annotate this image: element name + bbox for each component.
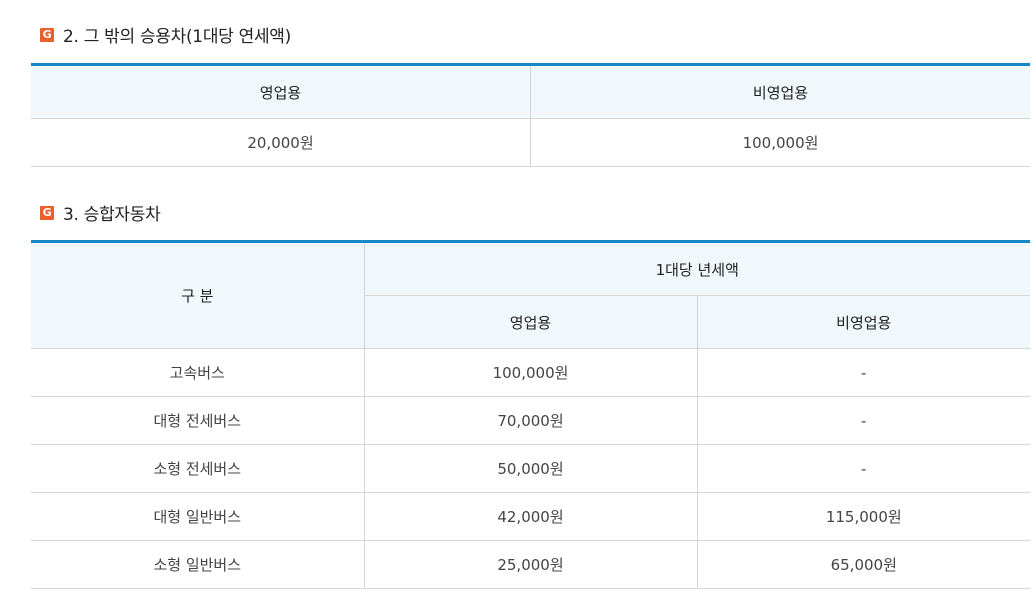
table-row: 대형 일반버스 42,000원 115,000원 bbox=[31, 492, 1030, 541]
cell-non-business-value: - bbox=[696, 396, 1030, 445]
table-header-row: 영업용 비영업용 bbox=[31, 64, 1030, 119]
table-header-row: 구 분 1대당 년세액 bbox=[31, 241, 1030, 349]
header-non-business-use: 비영업용 bbox=[696, 295, 1030, 349]
header-non-business-use: 비영업용 bbox=[530, 64, 1030, 119]
cell-business-value: 70,000원 bbox=[363, 396, 697, 445]
table-row: 20,000원 100,000원 bbox=[31, 118, 1030, 167]
cell-business-value: 50,000원 bbox=[363, 444, 697, 493]
cell-non-business-value: 100,000원 bbox=[530, 118, 1030, 167]
cell-business-value: 42,000원 bbox=[363, 492, 697, 541]
header-business-use: 영업용 bbox=[364, 295, 697, 349]
header-annual-tax-per-vehicle: 1대당 년세액 bbox=[363, 241, 1030, 296]
section-title-vans-buses: G 3. 승합자동차 bbox=[40, 200, 161, 225]
cell-category: 소형 전세버스 bbox=[31, 444, 365, 493]
cell-non-business-value: - bbox=[696, 348, 1030, 397]
bullet-g-icon: G bbox=[40, 27, 54, 42]
header-business-use: 영업용 bbox=[31, 64, 531, 119]
cell-category: 대형 일반버스 bbox=[31, 492, 365, 541]
cell-business-value: 100,000원 bbox=[363, 348, 697, 397]
section-title-other-passenger-cars: G 2. 그 밖의 승용차(1대당 연세액) bbox=[40, 22, 291, 47]
table-row: 소형 일반버스 25,000원 65,000원 bbox=[31, 540, 1030, 589]
cell-category: 고속버스 bbox=[31, 348, 365, 397]
cell-business-value: 20,000원 bbox=[31, 118, 531, 167]
cell-non-business-value: - bbox=[696, 444, 1030, 493]
passenger-car-tax-table: 영업용 비영업용 20,000원 100,000원 bbox=[31, 63, 1030, 167]
cell-non-business-value: 115,000원 bbox=[696, 492, 1030, 541]
section-title-text: 3. 승합자동차 bbox=[63, 205, 161, 225]
cell-business-value: 25,000원 bbox=[363, 540, 697, 589]
table-row: 고속버스 100,000원 - bbox=[31, 348, 1030, 397]
bullet-g-icon: G bbox=[40, 205, 54, 220]
header-category: 구 분 bbox=[31, 241, 365, 349]
cell-non-business-value: 65,000원 bbox=[696, 540, 1030, 589]
cell-category: 대형 전세버스 bbox=[31, 396, 365, 445]
section-title-text: 2. 그 밖의 승용차(1대당 연세액) bbox=[63, 27, 291, 47]
cell-category: 소형 일반버스 bbox=[31, 540, 365, 589]
table-row: 대형 전세버스 70,000원 - bbox=[31, 396, 1030, 445]
table-row: 소형 전세버스 50,000원 - bbox=[31, 444, 1030, 493]
van-bus-tax-table: 구 분 1대당 년세액 영업용 비영업용 고속버스 100,000원 - 대형 … bbox=[31, 240, 1030, 589]
